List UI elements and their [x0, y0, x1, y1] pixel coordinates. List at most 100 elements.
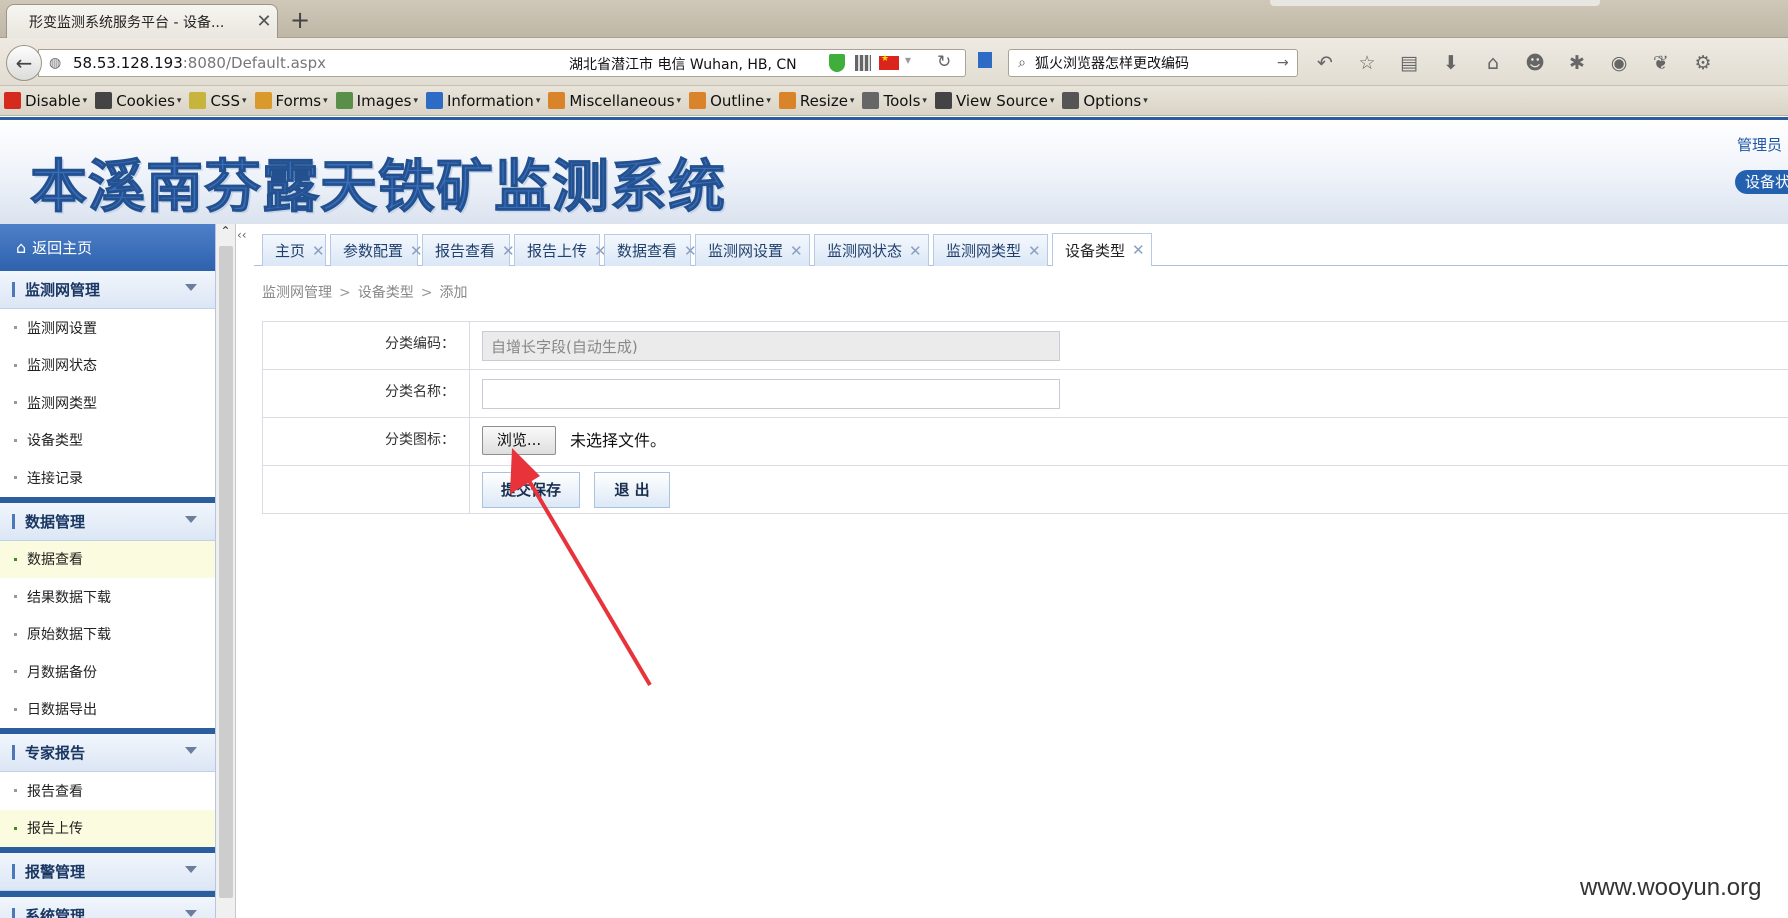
globe-icon: ◍	[49, 55, 62, 71]
bug-icon[interactable]: ✱	[1562, 50, 1592, 76]
sidebar-item[interactable]: 报告上传	[0, 809, 215, 847]
close-icon[interactable]: ✕	[312, 242, 325, 260]
form-row-code: 分类编码：	[262, 322, 1788, 370]
back-button[interactable]: ←	[6, 45, 42, 81]
scrollbar-thumb[interactable]	[219, 246, 233, 898]
sidebar-item[interactable]: 设备类型	[0, 421, 215, 459]
home-icon[interactable]: ⌂	[1478, 50, 1508, 76]
smiley-icon[interactable]: ☻	[1520, 50, 1550, 76]
devtool-menu-forms[interactable]: Forms ▾	[254, 92, 328, 110]
chevron-down-icon[interactable]: ▾	[905, 53, 911, 67]
close-icon[interactable]: ✕	[909, 242, 922, 260]
close-icon[interactable]: ✕	[1028, 242, 1041, 260]
chevron-down-icon[interactable]	[185, 515, 197, 523]
search-icon: ⌕	[1018, 55, 1026, 71]
browser-tab[interactable]: 形变监测系统服务平台 - 设备... ✕	[6, 4, 278, 38]
sidebar-item[interactable]: 报告查看	[0, 772, 215, 810]
code-field[interactable]	[482, 331, 1060, 361]
sidebar-item-label: 报告查看	[27, 783, 83, 800]
close-icon[interactable]: ✕	[410, 242, 423, 260]
star-icon[interactable]: ☆	[1352, 50, 1382, 76]
sidebar-group-header[interactable]: 监测网管理	[0, 271, 215, 309]
content-tab[interactable]: 主页 ✕	[262, 234, 326, 266]
devtool-menu-options[interactable]: Options ▾	[1062, 92, 1148, 110]
admin-link[interactable]: 管理员	[1737, 134, 1782, 155]
bullet-icon	[14, 326, 17, 330]
sidebar: ⌂ 返回主页 监测网管理 监测网设置 监测网状态 监测网类型 设备类型 连接记录数据管理数…	[0, 224, 216, 918]
fox-icon[interactable]: ❦	[1646, 50, 1676, 76]
group-marker	[12, 745, 15, 760]
sidebar-item[interactable]: 原始数据下载	[0, 615, 215, 653]
devtool-menu-tools[interactable]: Tools ▾	[862, 92, 927, 110]
sidebar-group-header[interactable]: 专家报告	[0, 734, 215, 772]
sidebar-item[interactable]: 日数据导出	[0, 690, 215, 728]
icon-label: 分类图标：	[262, 418, 470, 465]
chevron-down-icon[interactable]	[185, 747, 197, 754]
sidebar-item[interactable]: 结果数据下载	[0, 578, 215, 616]
content-tab[interactable]: 参数配置 ✕	[330, 234, 423, 266]
chevron-down-icon[interactable]	[185, 866, 197, 873]
content-tab[interactable]: 设备类型 ✕	[1052, 233, 1152, 266]
globe-menu-icon[interactable]: ◉	[1604, 50, 1634, 76]
download-icon[interactable]: ⬇	[1436, 50, 1466, 76]
arrow-right-icon[interactable]: →	[1277, 55, 1297, 71]
sidebar-scrollbar[interactable]: ⌃	[216, 224, 236, 918]
devtool-menu-label: Disable	[25, 91, 81, 110]
sidebar-item[interactable]: 监测网类型	[0, 384, 215, 422]
tools-icon	[862, 92, 880, 109]
breadcrumb-item[interactable]: 设备类型	[358, 285, 414, 301]
settings-icon[interactable]: ⚙	[1688, 50, 1718, 76]
url-bar[interactable]: ◍ 58.53.128.193:8080/Default.aspx 湖北省潜江市…	[38, 49, 966, 77]
devtool-menu-resize[interactable]: Resize ▾	[778, 92, 854, 110]
chevron-down-icon: ▾	[1049, 95, 1055, 106]
devtool-menu-images[interactable]: Images ▾	[335, 92, 418, 110]
bookmark-icon[interactable]	[978, 52, 992, 68]
sidebar-item[interactable]: 连接记录	[0, 459, 215, 497]
name-field[interactable]	[482, 379, 1060, 409]
code-label: 分类编码：	[262, 322, 470, 369]
devtool-menu-miscellaneous[interactable]: Miscellaneous ▾	[548, 92, 681, 110]
search-box[interactable]: ⌕ 狐火浏览器怎样更改编码 →	[1008, 49, 1298, 77]
content-tab[interactable]: 监测网设置 ✕	[695, 234, 810, 266]
qrcode-icon[interactable]	[855, 55, 871, 71]
sidebar-group-header[interactable]: 报警管理	[0, 853, 215, 891]
content-tab[interactable]: 监测网状态 ✕	[814, 234, 929, 266]
chevron-down-icon: ▾	[323, 95, 328, 106]
sidebar-group-header[interactable]: 系统管理	[0, 897, 215, 918]
sidebar-group-header[interactable]: 数据管理	[0, 502, 215, 541]
devtool-menu-css[interactable]: CSS ▾	[189, 92, 247, 110]
url-path: :8080/Default.aspx	[182, 54, 327, 72]
undo-icon[interactable]: ↶	[1310, 50, 1340, 76]
close-icon[interactable]: ✕	[502, 242, 515, 260]
devtool-menu-view-source[interactable]: View Source ▾	[934, 92, 1055, 110]
devtool-menu-outline[interactable]: Outline ▾	[689, 92, 771, 110]
breadcrumb-item[interactable]: 监测网管理	[262, 285, 332, 301]
close-tab-icon[interactable]: ✕	[251, 11, 277, 32]
devtool-menu-disable[interactable]: Disable ▾	[4, 92, 87, 110]
reload-icon[interactable]: ↻	[937, 52, 951, 72]
collapse-sidebar-icon[interactable]: ‹‹	[237, 228, 247, 242]
content-tab[interactable]: 报告上传 ✕	[514, 234, 607, 266]
devtool-menu-information[interactable]: Information ▾	[425, 92, 540, 110]
new-tab-icon[interactable]: +	[290, 6, 310, 34]
close-icon[interactable]: ✕	[1132, 241, 1145, 259]
chevron-down-icon[interactable]	[185, 284, 197, 291]
content-tab[interactable]: 报告查看 ✕	[422, 234, 515, 266]
sidebar-item[interactable]: 数据查看	[0, 540, 215, 578]
scroll-up-icon[interactable]: ⌃	[216, 224, 235, 246]
bullet-icon	[14, 789, 17, 793]
chevron-down-icon[interactable]	[185, 910, 197, 917]
reading-list-icon[interactable]: ▤	[1394, 50, 1424, 76]
shield-icon[interactable]	[829, 54, 845, 72]
content-tab[interactable]: 监测网类型 ✕	[933, 234, 1048, 266]
sidebar-item[interactable]: 月数据备份	[0, 653, 215, 691]
content-tab[interactable]: 数据查看 ✕	[604, 234, 697, 266]
sidebar-item[interactable]: 监测网状态	[0, 346, 215, 384]
close-icon[interactable]: ✕	[790, 242, 803, 260]
device-status-button[interactable]: 设备状	[1735, 170, 1788, 194]
sidebar-item[interactable]: 监测网设置	[0, 309, 215, 347]
bullet-icon	[14, 557, 17, 561]
devtool-menu-cookies[interactable]: Cookies ▾	[95, 92, 181, 110]
home-button[interactable]: ⌂ 返回主页	[0, 224, 215, 271]
chevron-down-icon: ▾	[676, 95, 682, 106]
